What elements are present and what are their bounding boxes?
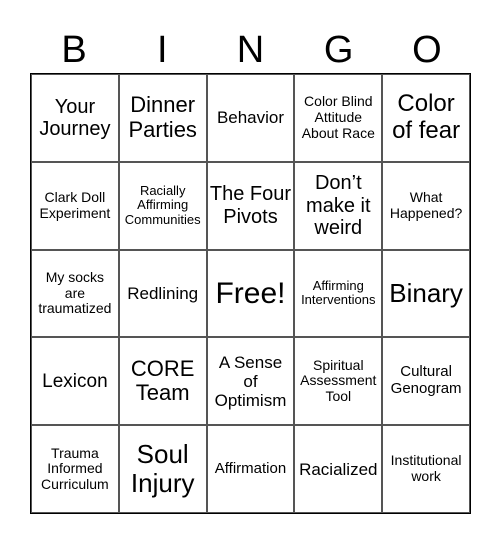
header-letter-g: G <box>323 29 354 71</box>
bingo-cell[interactable]: Lexicon <box>31 337 119 426</box>
header-letter-o: O <box>412 29 442 71</box>
header-letter-i: I <box>157 29 168 71</box>
bingo-cell[interactable]: My socks are traumatized <box>31 249 119 338</box>
bingo-cell[interactable]: A Sense of Optimism <box>206 337 295 426</box>
bingo-cell[interactable]: Cultural Genogram <box>382 337 470 426</box>
bingo-cell[interactable]: Institutional work <box>382 425 470 513</box>
bingo-cell[interactable]: Spiritual Assessment Tool <box>294 337 383 426</box>
bingo-card: Your Journey Dinner Parties Behavior Col… <box>30 73 471 514</box>
bingo-cell[interactable]: Binary <box>382 249 470 338</box>
bingo-cell[interactable]: Racialized <box>294 425 383 513</box>
bingo-cell[interactable]: Affirming Interventions <box>294 249 383 338</box>
bingo-cell[interactable]: What Happened? <box>382 161 470 250</box>
bingo-cell[interactable]: Dinner Parties <box>118 74 207 162</box>
bingo-cell[interactable]: Don’t make it weird <box>294 161 383 250</box>
header-letter-n: N <box>236 29 265 71</box>
bingo-cell[interactable]: Behavior <box>206 74 295 162</box>
bingo-cell[interactable]: Color Blind Attitude About Race <box>294 74 383 162</box>
bingo-cell[interactable]: Color of fear <box>382 74 470 162</box>
bingo-header: B I N G O <box>30 28 471 72</box>
bingo-cell[interactable]: Racially Affirming Communities <box>118 161 207 250</box>
header-letter-b: B <box>61 29 87 71</box>
bingo-cell[interactable]: Trauma Informed Curriculum <box>31 425 119 513</box>
bingo-cell[interactable]: Your Journey <box>31 74 119 162</box>
bingo-cell[interactable]: Soul Injury <box>118 425 207 513</box>
bingo-cell[interactable]: CORE Team <box>118 337 207 426</box>
bingo-cell[interactable]: The Four Pivots <box>206 161 295 250</box>
bingo-cell[interactable]: Redlining <box>118 249 207 338</box>
free-space[interactable]: Free! <box>206 249 295 338</box>
bingo-cell[interactable]: Affirmation <box>206 425 295 513</box>
bingo-cell[interactable]: Clark Doll Experiment <box>31 161 119 250</box>
